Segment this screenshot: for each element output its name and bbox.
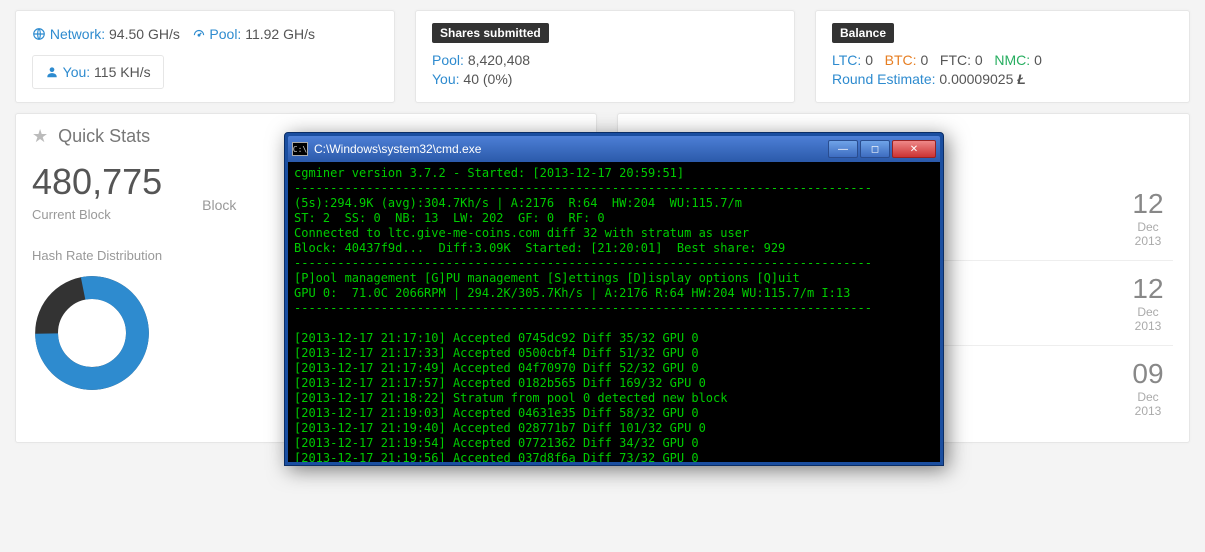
ltc-value: 0 [865, 52, 873, 68]
balance-badge: Balance [832, 23, 894, 43]
btc-label: BTC: [885, 52, 917, 68]
hashrate-line: Network: 94.50 GH/s Pool: 11.92 GH/s [32, 26, 378, 42]
network-value: 94.50 GH/s [109, 26, 180, 42]
star-icon: ★ [32, 126, 48, 147]
cmd-window[interactable]: C:\ C:\Windows\system32\cmd.exe — ◻ ✕ cg… [284, 132, 944, 466]
shares-you-label: You: [432, 71, 460, 87]
estimate-value: 0.00009025 [939, 71, 1013, 87]
cmd-titlebar[interactable]: C:\ C:\Windows\system32\cmd.exe — ◻ ✕ [288, 136, 940, 162]
news-month: Dec [1123, 390, 1173, 404]
close-button[interactable]: ✕ [892, 140, 936, 158]
news-year: 2013 [1123, 404, 1173, 418]
shares-pool-label: Pool: [432, 52, 464, 68]
cmd-title: C:\Windows\system32\cmd.exe [314, 142, 828, 156]
news-day: 12 [1123, 188, 1173, 220]
shares-pool-line: Pool: 8,420,408 [432, 52, 778, 68]
shares-pool-value: 8,420,408 [468, 52, 530, 68]
cmd-output[interactable]: cgminer version 3.7.2 - Started: [2013-1… [288, 162, 940, 462]
quick-stats-title-text: Quick Stats [58, 126, 150, 147]
news-date: 12Dec2013 [1123, 273, 1173, 333]
block-side-label: Block [202, 197, 236, 213]
globe-icon [32, 26, 50, 42]
dashboard-icon [192, 26, 210, 42]
shares-you-line: You: 40 (0%) [432, 71, 778, 87]
current-block-number: 480,775 [32, 161, 162, 203]
litecoin-icon: Ł [1017, 71, 1026, 87]
news-year: 2013 [1123, 234, 1173, 248]
panel-shares: Shares submitted Pool: 8,420,408 You: 40… [415, 10, 795, 103]
pool-value: 11.92 GH/s [245, 26, 315, 42]
estimate-line: Round Estimate: 0.00009025 Ł [832, 71, 1173, 87]
you-hashrate-box: You: 115 KH/s [32, 55, 164, 89]
news-day: 09 [1123, 358, 1173, 390]
minimize-button[interactable]: — [828, 140, 858, 158]
shares-badge: Shares submitted [432, 23, 549, 43]
news-day: 12 [1123, 273, 1173, 305]
shares-you-value: 40 (0%) [463, 71, 512, 87]
ltc-label: LTC: [832, 52, 861, 68]
panel-balance: Balance LTC: 0 BTC: 0 FTC: 0 NMC: 0 Roun… [815, 10, 1190, 103]
top-row: Network: 94.50 GH/s Pool: 11.92 GH/s You… [0, 0, 1205, 103]
pool-label: Pool: [209, 26, 241, 42]
news-date: 09Dec2013 [1123, 358, 1173, 418]
ftc-value: 0 [975, 52, 983, 68]
nmc-label: NMC: [994, 52, 1030, 68]
ftc-label: FTC: [940, 52, 971, 68]
current-block-label: Current Block [32, 207, 162, 222]
panel-hashrate: Network: 94.50 GH/s Pool: 11.92 GH/s You… [15, 10, 395, 103]
news-month: Dec [1123, 220, 1173, 234]
news-month: Dec [1123, 305, 1173, 319]
nmc-value: 0 [1034, 52, 1042, 68]
you-label: You: [63, 64, 91, 80]
balance-coins-line: LTC: 0 BTC: 0 FTC: 0 NMC: 0 [832, 52, 1173, 68]
news-date: 12Dec2013 [1123, 188, 1173, 248]
cmd-icon: C:\ [292, 142, 308, 156]
window-controls: — ◻ ✕ [828, 140, 936, 158]
maximize-button[interactable]: ◻ [860, 140, 890, 158]
user-icon [45, 64, 63, 80]
you-value: 115 KH/s [94, 64, 151, 80]
estimate-label: Round Estimate: [832, 71, 936, 87]
network-label: Network: [50, 26, 105, 42]
news-year: 2013 [1123, 319, 1173, 333]
btc-value: 0 [920, 52, 928, 68]
